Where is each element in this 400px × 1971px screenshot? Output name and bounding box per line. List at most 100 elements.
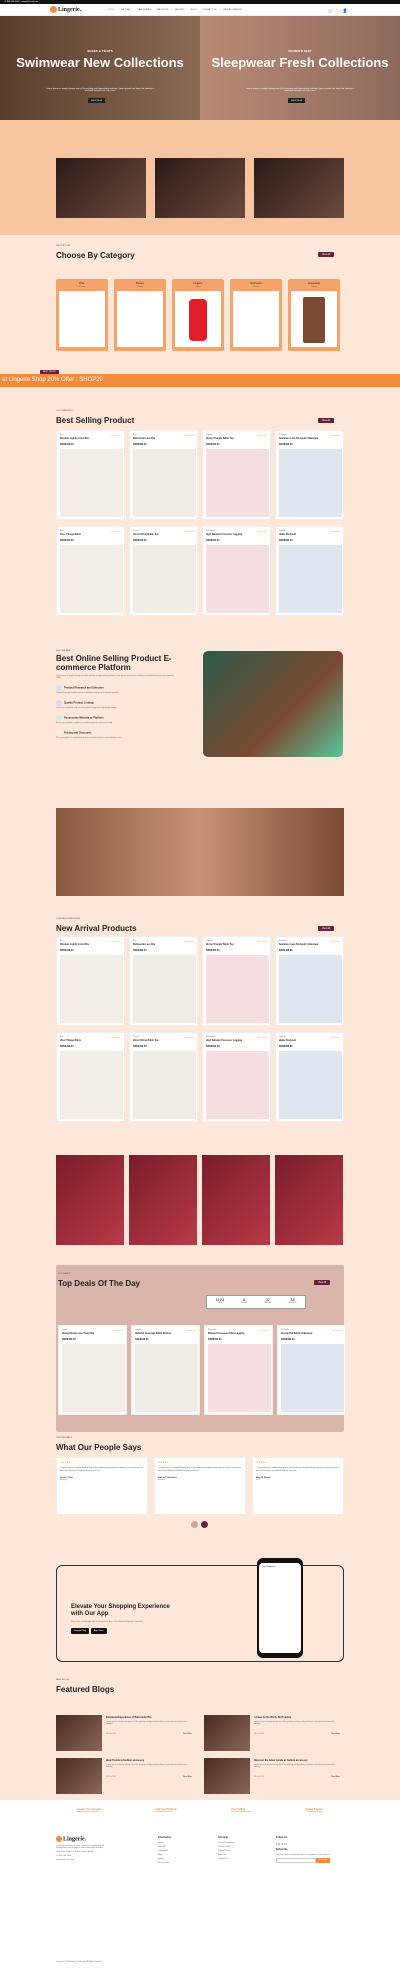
product-card[interactable]: Swimsuits ★★★★★ Seamless Lace Bodysuit Und…: [275, 936, 344, 1026]
menu-item-contact[interactable]: CONTACT US: [203, 9, 217, 11]
top-deals-section: TOP DEALS Top Deals Of The Day View All …: [56, 1265, 346, 1432]
product-card[interactable]: Activewear ★★★★★ Waisted Crossover Flare L…: [204, 1325, 273, 1415]
google-play-button[interactable]: Google Play: [71, 1628, 89, 1634]
view-all-button[interactable]: View All: [318, 418, 335, 423]
product-card[interactable]: Bras ★★★★★ Visor Plunge Bikini NZD$450.00: [56, 1032, 125, 1122]
product-image: [206, 1051, 269, 1119]
subscribe-button[interactable]: Subscribe: [316, 1858, 330, 1863]
view-all-button[interactable]: View All: [318, 252, 335, 257]
gallery-image[interactable]: [254, 158, 344, 218]
model-image[interactable]: [275, 1155, 343, 1245]
product-card[interactable]: Lingerie ★★★★★ String Triangle Bikini Top N…: [202, 430, 271, 520]
footer-link[interactable]: Contact Us: [218, 1858, 235, 1860]
blog-card[interactable]: Ideal Trends in fashion accessory Lorem I…: [56, 1758, 196, 1796]
product-price: NZD$500.00: [206, 539, 220, 542]
rating-stars: ★★★★★: [257, 1037, 267, 1039]
model-image[interactable]: [129, 1155, 197, 1245]
shop-now-button[interactable]: SHOP NOW: [288, 98, 306, 103]
category-card[interactable]: Swimsuits 1 Items: [230, 279, 282, 351]
footer-phone[interactable]: +1 800 000 0000: [56, 1855, 116, 1857]
app-store-button[interactable]: App Store: [90, 1628, 107, 1634]
rating-stars: ★★★★★: [184, 435, 194, 437]
category-card[interactable]: Lingerie 1 Items: [172, 279, 224, 351]
menu-item-about[interactable]: ABOUT US: [157, 9, 168, 11]
category-card[interactable]: Bras 1 Items: [56, 279, 108, 351]
category-card[interactable]: Activewear 1 Items: [288, 279, 340, 351]
footer-link[interactable]: Refund Policy: [218, 1850, 235, 1852]
read-more-link[interactable]: Read More: [183, 1776, 192, 1778]
blog-card[interactable]: A Case for No Bitch, No Problem Lorem Ips…: [204, 1715, 344, 1753]
product-card[interactable]: Lingerie ★★★★★ Halter Bodysuit NZD$395.00: [275, 1032, 344, 1122]
footer-link[interactable]: Categories: [158, 1850, 171, 1852]
product-card[interactable]: Swimsuits ★★★★★ Hoodie Rib Bikini Underwea…: [277, 1325, 346, 1415]
menu-item-gallery[interactable]: GALLERY: [174, 9, 184, 11]
product-card[interactable]: Lingerie ★★★★★ Halterful Coverage Bikini B…: [131, 1325, 200, 1415]
footer-link[interactable]: Privacy Policy: [218, 1846, 235, 1848]
product-image: [133, 449, 196, 517]
next-arrow-icon[interactable]: [201, 1521, 208, 1528]
social-icons[interactable]: f ◎ ✕ in: [276, 1842, 342, 1846]
topbar-phone[interactable]: +1 800 000 0000: [4, 1, 19, 3]
rating-stars: ★★★★★: [111, 1037, 121, 1039]
category-card[interactable]: Panties 1 Items: [114, 279, 166, 351]
gallery-image[interactable]: [56, 158, 146, 218]
product-card[interactable]: Activewear ★★★★★ High Waisted Crossover Le…: [202, 1032, 271, 1122]
product-card[interactable]: Bras ★★★★★ Balconette Lace Bra NZD$399.00: [129, 936, 198, 1026]
shop-now-button[interactable]: SHOP NOW: [88, 98, 106, 103]
footer-link[interactable]: Home: [158, 1842, 171, 1844]
service-item: Add Your Products List products with ease: [155, 1808, 177, 1813]
model-image[interactable]: [202, 1155, 270, 1245]
services-bar: Create Your Account Register and start sh…: [0, 1800, 400, 1826]
view-all-button[interactable]: View All: [314, 1280, 331, 1285]
product-card[interactable]: Bras ★★★★★ Visor Plunge Bikini NZD$450.00: [56, 526, 125, 616]
menu-item-categories[interactable]: CATEGORIES: [137, 9, 151, 11]
blog-card[interactable]: Discover the latest trends in fashion ac…: [204, 1758, 344, 1796]
app-promo: Elevate Your Shopping Experience with Ou…: [56, 1558, 344, 1662]
product-category: Activewear: [208, 1329, 217, 1331]
footer-link[interactable]: Blog: [158, 1854, 171, 1856]
product-card[interactable]: Panties ★★★★★ Velvet String Bikini Top NZD$…: [129, 526, 198, 616]
prev-arrow-icon[interactable]: [191, 1521, 198, 1528]
hero-desc: Lorem Ipsum is simply dummy text of the …: [245, 88, 355, 92]
read-more-link[interactable]: Read More: [331, 1776, 340, 1778]
footer-email[interactable]: example@mail.com: [56, 1859, 116, 1861]
logo[interactable]: Lingerie.: [50, 6, 81, 13]
blog-card[interactable]: Emotional Experience of Balconette Bra Lo…: [56, 1715, 196, 1753]
blog-desc: Lorem Ipsum is simply dummy text of the …: [254, 1721, 335, 1726]
product-card[interactable]: Panties ★★★★★ String Plunge Lace Panty Bra…: [58, 1325, 127, 1415]
menu-item-vendor[interactable]: VIEW AS VENDOR: [223, 9, 242, 11]
menu-item-home[interactable]: HOME: [108, 9, 115, 11]
cart-icon[interactable]: 🛒: [328, 8, 333, 13]
footer-link[interactable]: Shop All: [158, 1846, 171, 1848]
product-card[interactable]: Lingerie ★★★★★ Halter Bodysuit NZD$395.00: [275, 526, 344, 616]
product-card[interactable]: Swimsuits ★★★★★ Seamless Lace Bodysuit Und…: [275, 430, 344, 520]
newsletter-email-input[interactable]: [276, 1858, 316, 1863]
product-category: Bras: [60, 434, 64, 436]
footer-logo[interactable]: Lingerie.: [56, 1836, 116, 1842]
model-image[interactable]: [56, 1155, 124, 1245]
read-more-link[interactable]: Read More: [183, 1733, 192, 1735]
product-card[interactable]: Activewear ★★★★★ High Waisted Crossover Le…: [202, 526, 271, 616]
copyright: Copyright © 2024 Nyami IT Solutions. All…: [56, 1961, 103, 1963]
menu-item-shop[interactable]: SHOP ALL: [121, 9, 132, 11]
product-card[interactable]: Panties ★★★★★ Velvet String Bikini Top NZD$…: [129, 1032, 198, 1122]
gallery-image[interactable]: [155, 158, 245, 218]
user-icon[interactable]: 👤: [343, 8, 348, 13]
product-card[interactable]: Lingerie ★★★★★ String Triangle Bikini Top N…: [202, 936, 271, 1026]
rating-stars: ★★★★★: [113, 1330, 123, 1332]
footer-link[interactable]: Terms & Conditions: [218, 1842, 235, 1844]
menu-item-blog[interactable]: BLOG: [191, 9, 197, 11]
rating-stars: ★★★★★: [330, 1037, 340, 1039]
topbar-email[interactable]: example@mail.com: [21, 1, 39, 3]
product-name: Halterful Coverage Bikini Bottom: [135, 1333, 171, 1335]
product-card[interactable]: Bras ★★★★★ Wireless Lightly Lined Bra NZD$1…: [56, 936, 125, 1026]
footer-link[interactable]: Gallery: [158, 1858, 171, 1860]
product-card[interactable]: Bras ★★★★★ Wireless Lightly Lined Bra NZD$1…: [56, 430, 125, 520]
product-card[interactable]: Bras ★★★★★ Balconette Lace Bra NZD$399.00: [129, 430, 198, 520]
testimonial-card: ★★★★★ " Lorem Ipsum is simply dummy text …: [56, 1457, 148, 1515]
read-more-link[interactable]: Read More: [331, 1733, 340, 1735]
footer-link[interactable]: View Vendor: [158, 1862, 171, 1864]
heart-icon[interactable]: ♡: [336, 8, 340, 13]
footer-link[interactable]: About Us: [218, 1854, 235, 1856]
view-all-button[interactable]: View All: [318, 926, 335, 931]
